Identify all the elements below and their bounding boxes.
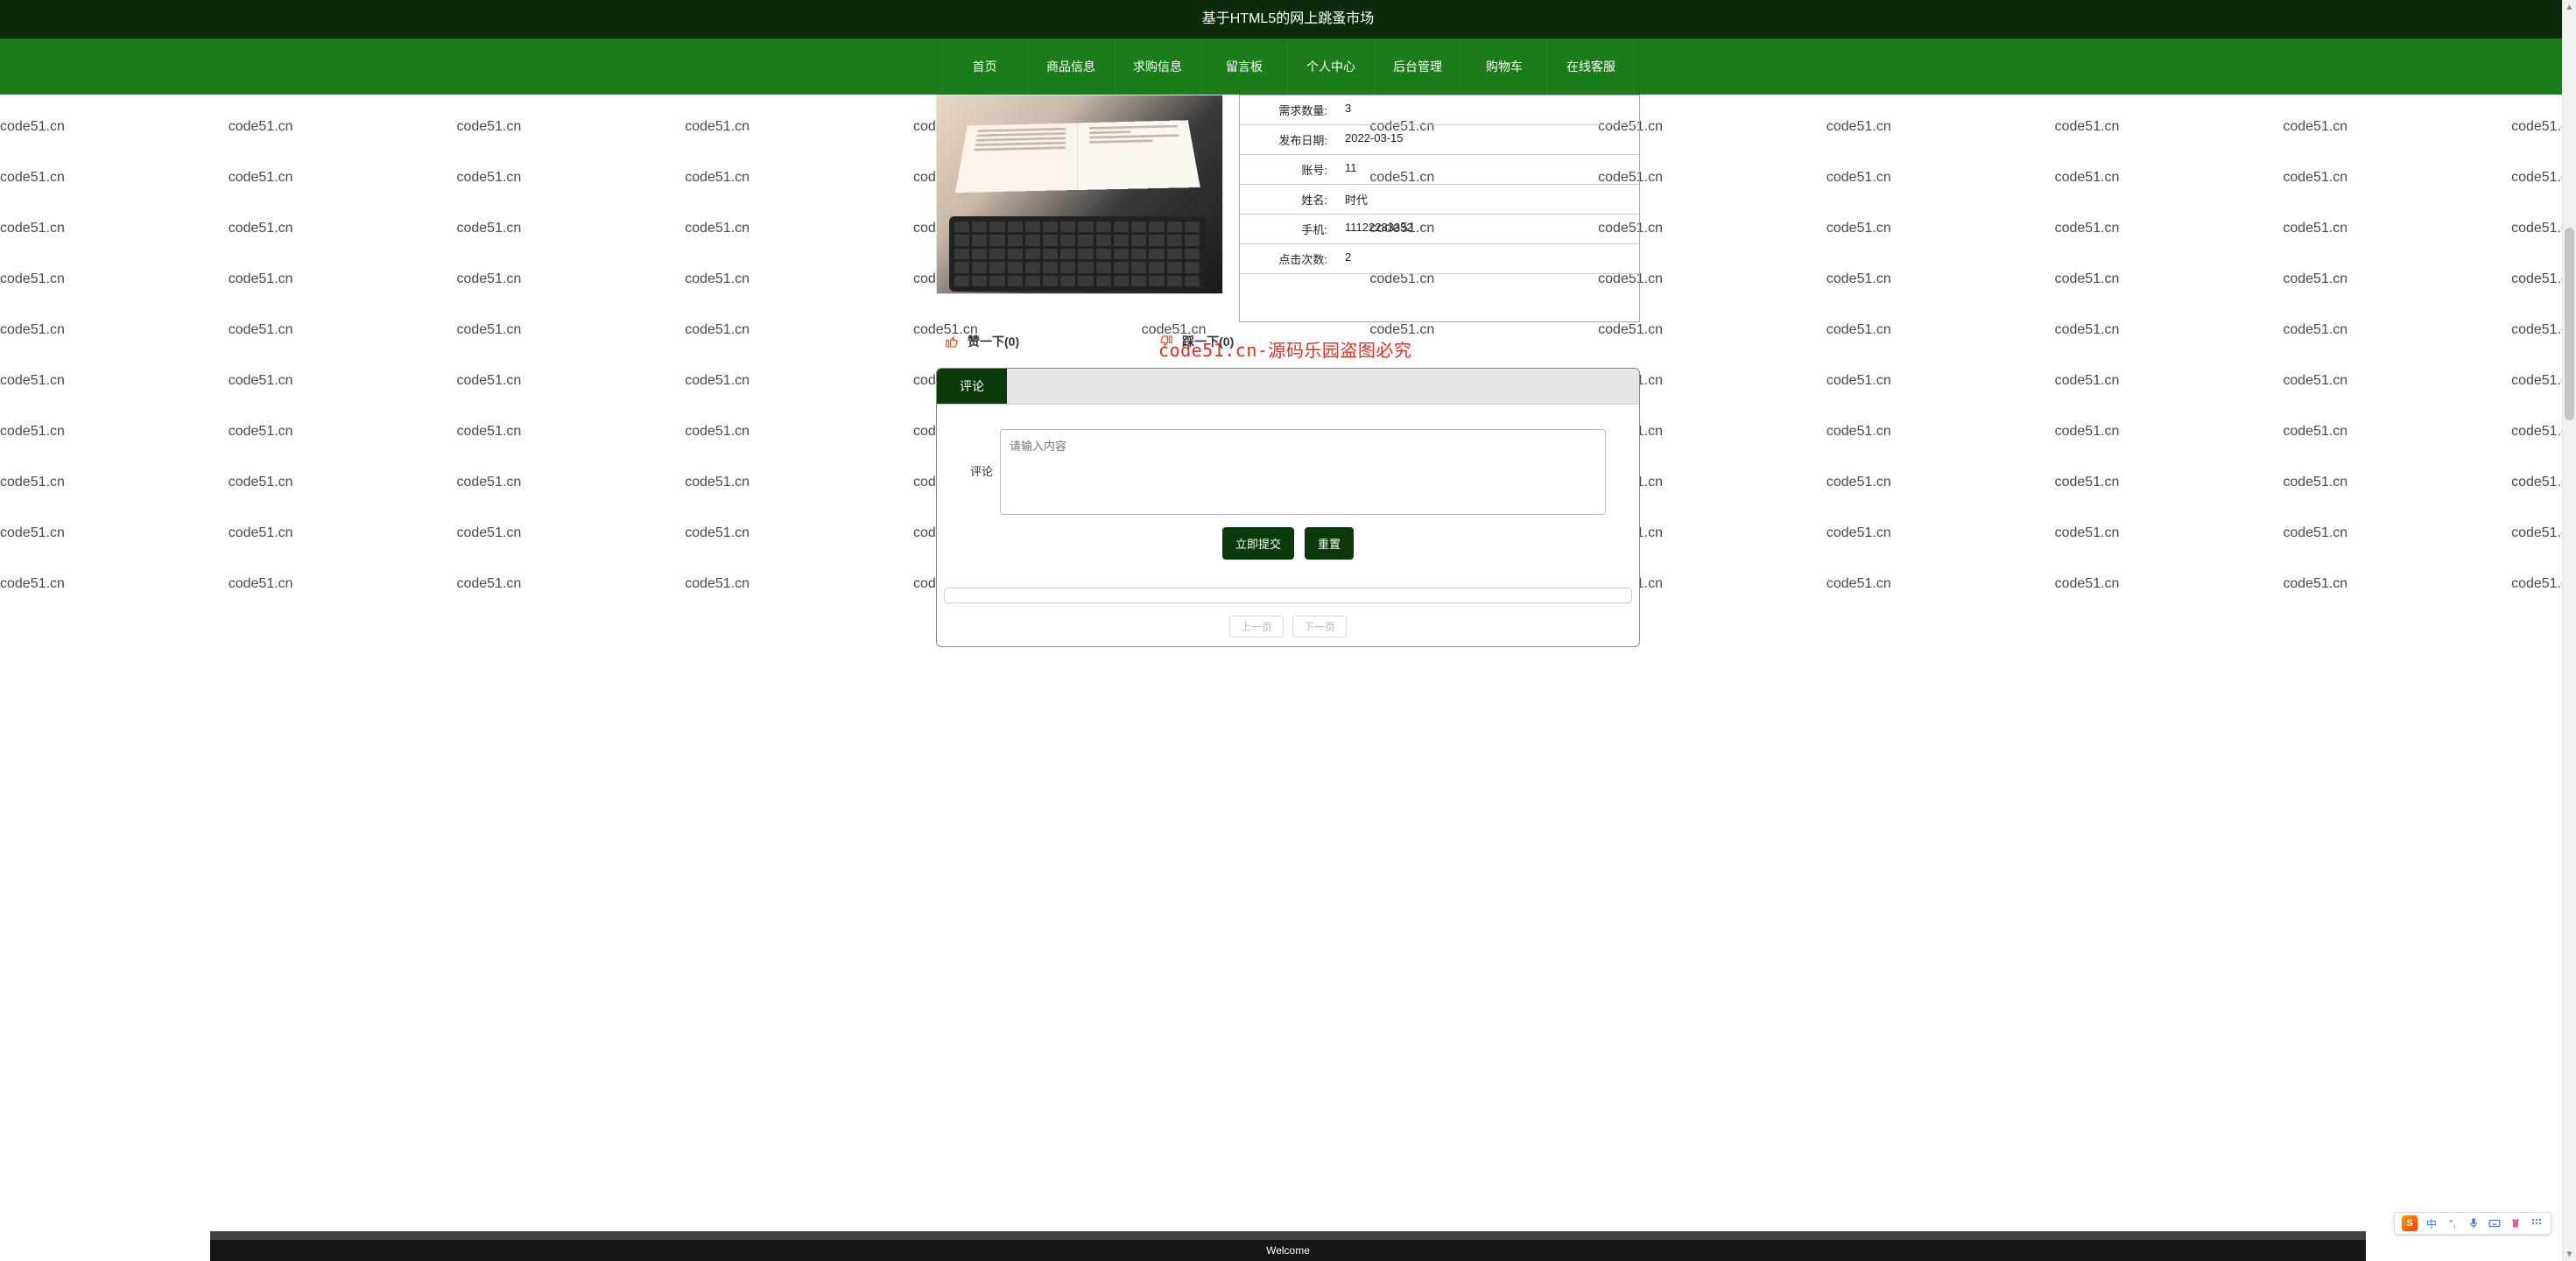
ime-toolbar[interactable]: S 中 °, xyxy=(2394,1212,2551,1235)
comment-form-label: 评论 xyxy=(970,429,1000,479)
nav-item-4[interactable]: 个人中心 xyxy=(1288,39,1375,95)
nav-item-3[interactable]: 留言板 xyxy=(1201,39,1288,95)
vote-row: 赞一下(0) 踩一下(0) xyxy=(936,322,1640,361)
main-nav: 首页商品信息求购信息留言板个人中心后台管理购物车在线客服 xyxy=(0,39,2576,95)
ime-skin-icon[interactable] xyxy=(2509,1216,2523,1230)
thumbs-down-icon xyxy=(1159,335,1173,349)
comment-tab[interactable]: 评论 xyxy=(937,369,1007,404)
comment-tab-bar: 评论 xyxy=(937,369,1639,405)
product-details: 需求数量:3发布日期:2022-03-15账号:11姓名:时代手机:111222… xyxy=(1239,95,1640,322)
site-title: 基于HTML5的网上跳蚤市场 xyxy=(1202,11,1374,26)
comment-form: 评论 立即提交 重置 xyxy=(937,405,1639,579)
scroll-up-button[interactable]: ▲ xyxy=(2563,0,2576,14)
detail-value: 2 xyxy=(1327,250,1630,267)
scroll-thumb[interactable] xyxy=(2565,228,2574,420)
product-section: 需求数量:3发布日期:2022-03-15账号:11姓名:时代手机:111222… xyxy=(936,95,1640,322)
detail-row: 需求数量:3 xyxy=(1240,95,1639,125)
like-label: 赞一下(0) xyxy=(968,333,1019,350)
detail-value: 11 xyxy=(1327,161,1630,178)
detail-label: 手机: xyxy=(1249,221,1327,237)
detail-label: 账号: xyxy=(1249,161,1327,178)
nav-item-2[interactable]: 求购信息 xyxy=(1115,39,1201,95)
nav-item-7[interactable]: 在线客服 xyxy=(1548,39,1635,95)
detail-label: 点击次数: xyxy=(1249,250,1327,267)
detail-label: 姓名: xyxy=(1249,191,1327,208)
nav-item-6[interactable]: 购物车 xyxy=(1461,39,1548,95)
detail-row: 账号:11 xyxy=(1240,155,1639,185)
thumbs-up-icon xyxy=(945,335,959,349)
pagination: 上一页 下一页 xyxy=(937,610,1639,646)
submit-button[interactable]: 立即提交 xyxy=(1222,527,1294,560)
vertical-scrollbar[interactable]: ▲ ▼ xyxy=(2562,0,2576,1261)
comment-panel: 评论 评论 立即提交 重置 上一页 下一页 xyxy=(936,368,1640,647)
ime-lang-icon[interactable]: 中 xyxy=(2425,1216,2439,1230)
next-page-button[interactable]: 下一页 xyxy=(1292,616,1347,638)
detail-label: 发布日期: xyxy=(1249,131,1327,148)
footer-text: Welcome xyxy=(1266,1244,1310,1257)
detail-label: 需求数量: xyxy=(1249,102,1327,118)
detail-value: 3 xyxy=(1327,102,1630,118)
ime-mic-icon[interactable] xyxy=(2467,1216,2481,1230)
prev-page-button[interactable]: 上一页 xyxy=(1229,616,1284,638)
site-header: 基于HTML5的网上跳蚤市场 xyxy=(0,0,2576,39)
site-footer: Welcome xyxy=(0,1231,2576,1261)
nav-item-5[interactable]: 后台管理 xyxy=(1375,39,1461,95)
like-button[interactable]: 赞一下(0) xyxy=(945,333,1019,350)
ime-keyboard-icon[interactable] xyxy=(2488,1216,2502,1230)
dislike-button[interactable]: 踩一下(0) xyxy=(1159,333,1234,350)
reset-button[interactable]: 重置 xyxy=(1305,527,1354,560)
dislike-label: 踩一下(0) xyxy=(1182,333,1234,350)
detail-value: 2022-03-15 xyxy=(1327,131,1630,148)
comment-list-empty xyxy=(944,588,1632,603)
ime-tools-icon[interactable] xyxy=(2530,1216,2544,1230)
ime-logo-icon: S xyxy=(2402,1215,2418,1231)
comment-textarea[interactable] xyxy=(1000,429,1606,515)
nav-item-0[interactable]: 首页 xyxy=(941,39,1028,95)
ime-punct-icon[interactable]: °, xyxy=(2446,1216,2460,1230)
product-image xyxy=(936,95,1223,294)
detail-value: 11122233332 xyxy=(1327,221,1630,237)
detail-row: 手机:11122233332 xyxy=(1240,215,1639,244)
detail-row: 点击次数:2 xyxy=(1240,244,1639,274)
detail-row: 发布日期:2022-03-15 xyxy=(1240,125,1639,155)
detail-value: 时代 xyxy=(1327,191,1630,208)
detail-row: 姓名:时代 xyxy=(1240,185,1639,215)
nav-item-1[interactable]: 商品信息 xyxy=(1028,39,1115,95)
